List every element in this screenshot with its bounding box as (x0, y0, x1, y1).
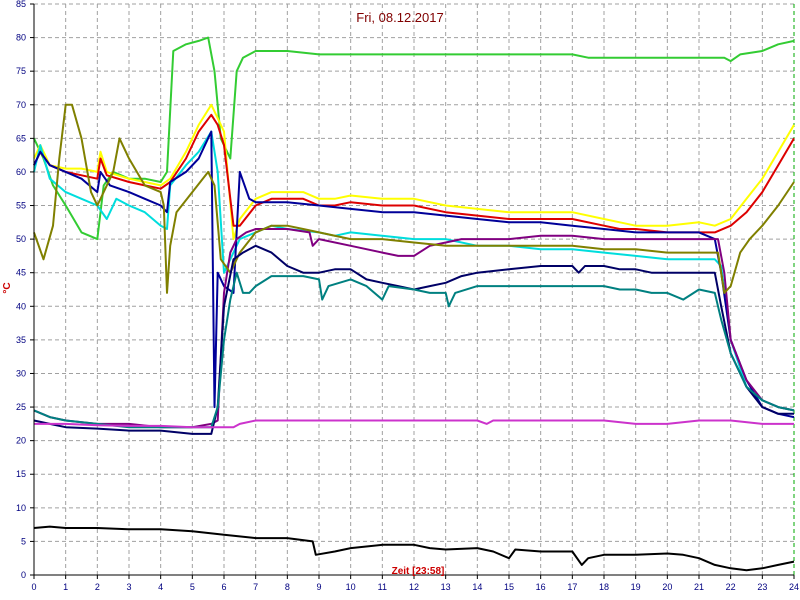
y-tick-label: 45 (16, 268, 26, 278)
y-tick-label: 65 (16, 133, 26, 143)
y-tick-label: 85 (16, 0, 26, 9)
x-tick-label: 1 (63, 582, 68, 592)
x-tick-label: 18 (599, 582, 609, 592)
x-axis-label: Zeit [23:58] (392, 566, 445, 577)
x-tick-label: 11 (378, 582, 387, 592)
x-tick-label: 19 (631, 582, 641, 592)
x-tick-label: 17 (567, 582, 577, 592)
x-tick-label: 0 (31, 582, 36, 592)
y-tick-label: 35 (16, 335, 26, 345)
y-axis-label: °C (2, 282, 13, 293)
x-tick-label: 24 (789, 582, 799, 592)
x-tick-label: 9 (316, 582, 321, 592)
y-tick-label: 50 (16, 234, 26, 244)
y-tick-label: 40 (16, 301, 26, 311)
y-tick-label: 10 (16, 503, 26, 513)
x-tick-label: 15 (504, 582, 514, 592)
x-tick-label: 10 (346, 582, 356, 592)
x-tick-label: 2 (95, 582, 100, 592)
y-tick-label: 15 (16, 469, 26, 479)
y-tick-label: 80 (16, 33, 26, 43)
x-tick-label: 16 (536, 582, 546, 592)
x-tick-label: 8 (285, 582, 290, 592)
y-tick-label: 55 (16, 201, 26, 211)
y-tick-label: 0 (21, 570, 26, 580)
x-tick-label: 4 (158, 582, 163, 592)
chart: 05101520253035404550556065707580850 1 2 3 4 5… (0, 0, 800, 600)
y-tick-label: 5 (21, 536, 26, 546)
x-tick-label: 7 (253, 582, 258, 592)
x-tick-label: 12 (409, 582, 419, 592)
x-tick-label: 20 (662, 582, 672, 592)
y-tick-label: 75 (16, 66, 26, 76)
y-tick-label: 60 (16, 167, 26, 177)
chart-background (0, 0, 800, 600)
x-tick-label: 21 (694, 582, 704, 592)
x-tick-label: 3 (126, 582, 131, 592)
y-tick-label: 20 (16, 436, 26, 446)
x-tick-label: 14 (472, 582, 482, 592)
x-tick-label: 5 (190, 582, 195, 592)
chart-title: Fri, 08.12.2017 (356, 10, 443, 25)
x-tick-label: 6 (221, 582, 226, 592)
x-tick-label: 22 (726, 582, 736, 592)
y-tick-label: 25 (16, 402, 26, 412)
x-tick-label: 23 (757, 582, 767, 592)
y-tick-label: 70 (16, 100, 26, 110)
x-tick-label: 13 (441, 582, 451, 592)
y-tick-label: 30 (16, 368, 26, 378)
